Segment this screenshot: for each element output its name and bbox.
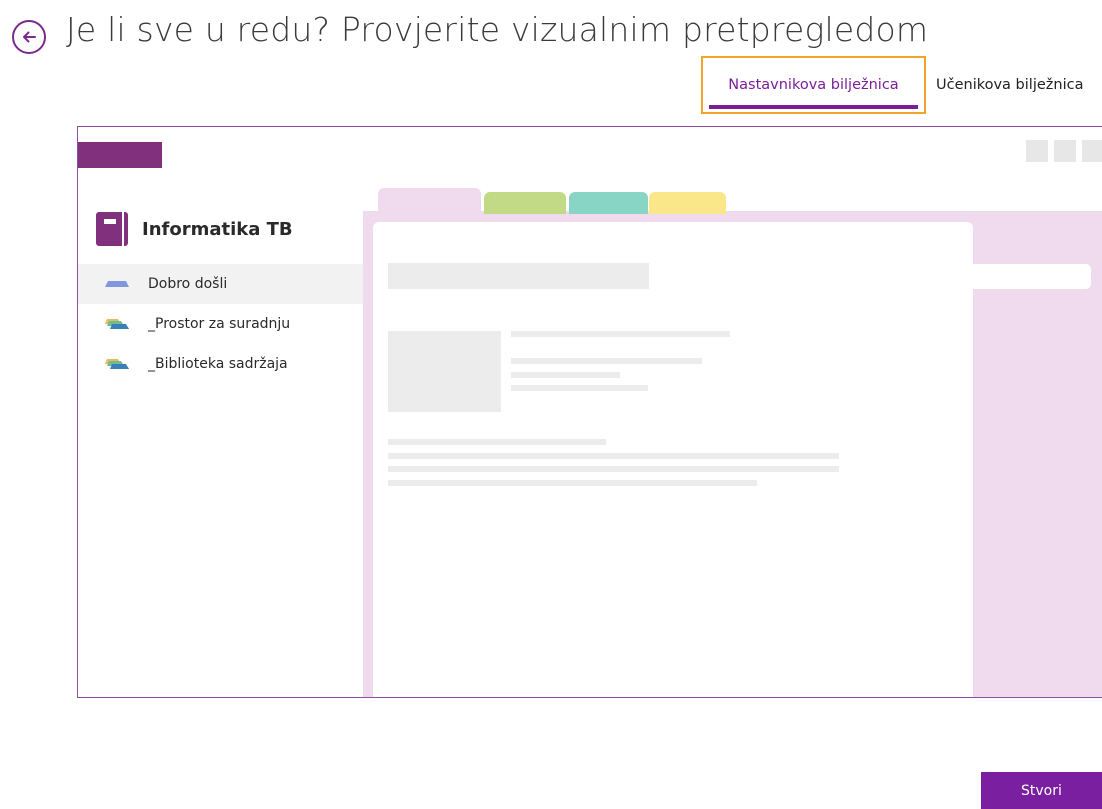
page-tab-placeholder	[649, 192, 726, 214]
section-label: Dobro došli	[148, 276, 228, 292]
page-title: Je li sve u redu? Provjerite vizualnim p…	[66, 10, 929, 49]
text-line-placeholder	[511, 331, 730, 337]
selected-tab-indicator	[709, 105, 918, 109]
image-placeholder	[388, 331, 501, 412]
create-button[interactable]: Stvori	[981, 772, 1102, 809]
text-line-placeholder	[511, 385, 648, 391]
section-label: _Prostor za suradnju	[148, 316, 291, 332]
notebook-preview: Informatika TB Dobro došli _Prostor za s…	[77, 126, 1102, 698]
arrow-left-icon	[23, 31, 36, 43]
notebook-title: Informatika TB	[142, 218, 293, 240]
tab-label: Učenikova bilježnica	[936, 77, 1084, 93]
text-line-placeholder	[388, 453, 839, 459]
window-button-placeholder	[1026, 140, 1048, 162]
window-button-placeholder	[1082, 140, 1102, 162]
search-box-placeholder	[971, 264, 1091, 289]
back-button[interactable]	[12, 20, 46, 54]
window-button-placeholder	[1054, 140, 1076, 162]
section-group-multicolor-icon	[105, 319, 129, 329]
window-controls	[1026, 140, 1102, 162]
section-label: _Biblioteka sadržaja	[148, 356, 288, 372]
section-group-multicolor-icon	[105, 359, 129, 369]
section-item-biblioteka-sadrzaja[interactable]: _Biblioteka sadržaja	[78, 344, 363, 384]
section-item-dobro-dosli[interactable]: Dobro došli	[78, 264, 363, 304]
notebook-tabs: Nastavnikova bilježnica Učenikova biljež…	[700, 56, 1102, 116]
page-tab-placeholder	[378, 188, 481, 214]
title-placeholder	[388, 263, 649, 289]
text-line-placeholder	[511, 372, 620, 378]
notebook-icon	[96, 212, 128, 246]
page-tab-placeholder	[484, 192, 566, 214]
page-content-placeholder	[373, 222, 973, 697]
text-line-placeholder	[511, 358, 702, 364]
section-list: Dobro došli _Prostor za suradnju _Biblio…	[78, 264, 363, 384]
section-item-prostor-za-suradnju[interactable]: _Prostor za suradnju	[78, 304, 363, 344]
tab-student-notebook[interactable]: Učenikova bilježnica	[936, 56, 1102, 114]
page-tab-placeholder	[569, 192, 648, 214]
notebook-header: Informatika TB	[96, 212, 293, 246]
app-brand-bar	[78, 142, 162, 168]
text-line-placeholder	[388, 480, 757, 486]
text-line-placeholder	[388, 439, 606, 445]
tab-label: Nastavnikova bilježnica	[728, 77, 899, 93]
section-group-blue-icon	[105, 281, 129, 287]
tab-teacher-notebook[interactable]: Nastavnikova bilježnica	[701, 56, 926, 114]
text-line-placeholder	[388, 466, 839, 472]
